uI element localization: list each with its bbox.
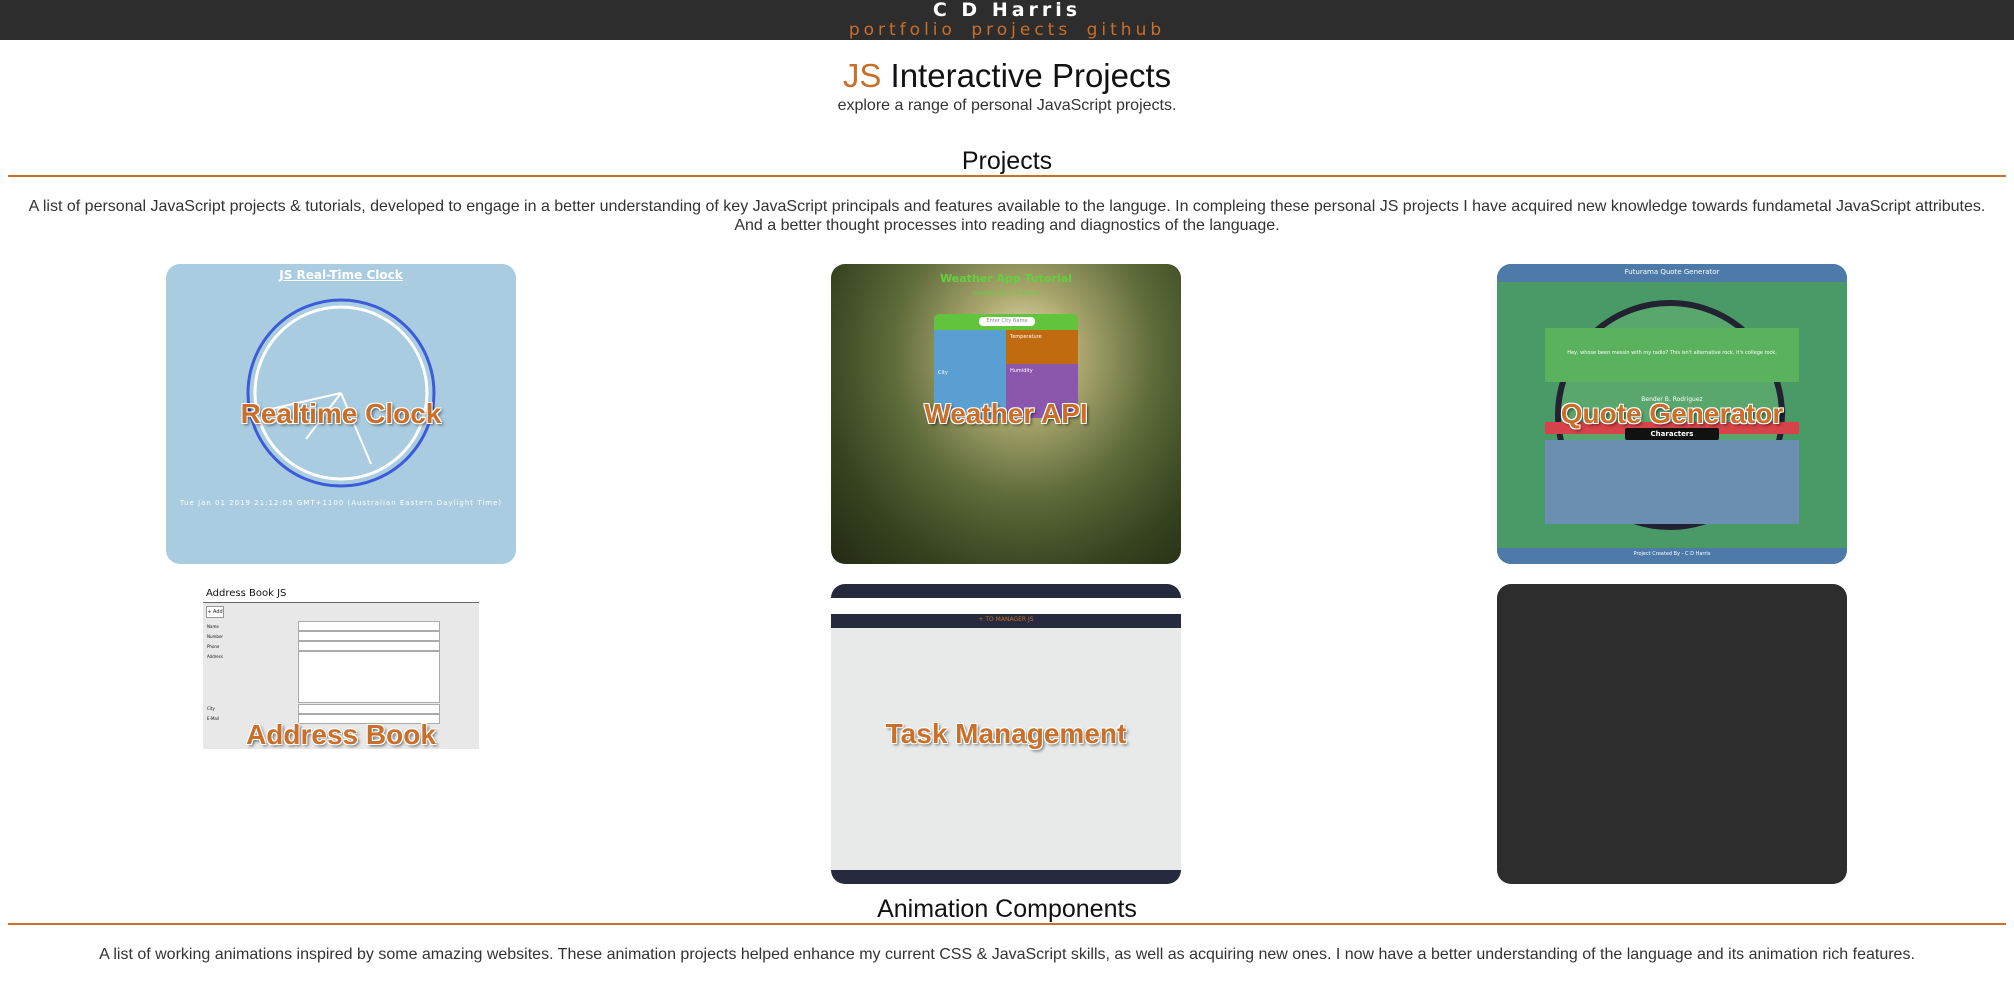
weather-preview-cell-label: Temperature (1010, 334, 1042, 340)
page-title-rest: Interactive Projects (890, 57, 1172, 94)
projects-description: A list of personal JavaScript projects &… (28, 198, 1986, 234)
project-card-address-book[interactable]: Address Book JS + Add Name Number Phone … (203, 586, 479, 749)
project-card-label: Weather API (924, 398, 1088, 429)
project-card-label: Quote Generator (1560, 398, 1784, 429)
page-subtitle: explore a range of personal JavaScript p… (837, 97, 1177, 114)
weather-preview-title: Weather App Tutorial (940, 272, 1072, 285)
address-preview-add-button: + Add (206, 606, 224, 618)
project-card-label: Address Book (246, 719, 436, 749)
address-preview-field (298, 651, 440, 703)
nav-link-projects[interactable]: projects (971, 20, 1071, 40)
quote-preview-header: Futurama Quote Generator (1497, 264, 1847, 282)
page-title: JS Interactive Projects (0, 57, 2014, 95)
project-card-realtime-clock[interactable]: JS Real-Time Clock Tue Jan 01 2019 21:12… (166, 264, 516, 564)
weather-preview-cell: Temperature (1006, 330, 1078, 364)
address-preview-field (298, 631, 440, 641)
weather-preview-cell-label: Humidity (1010, 368, 1033, 374)
weather-preview-cell-label: City (938, 370, 948, 376)
project-card-quote-generator[interactable]: Futurama Quote Generator Hey, whose been… (1497, 264, 1847, 564)
address-preview-field-label: Address (207, 654, 223, 659)
animation-divider (8, 923, 2006, 925)
address-preview-field-label: Number (207, 634, 224, 639)
page-title-accent: JS (842, 57, 882, 94)
animation-description: A list of working animations inspired by… (99, 946, 1915, 963)
clock-preview-footer: Tue Jan 01 2019 21:12:05 GMT+1100 (Austr… (179, 499, 503, 507)
project-card-task-management[interactable]: + TO MANAGER JS Task Management (831, 584, 1181, 884)
address-preview-field (298, 704, 440, 714)
projects-divider (8, 175, 2006, 177)
project-card-weather-api[interactable]: Weather App Tutorial Created By: C D Har… (831, 264, 1181, 564)
quote-preview-box: Hey, whose been messin with my radio? Th… (1545, 328, 1799, 382)
address-preview-title: Address Book JS (203, 586, 479, 603)
quote-preview-title: Futurama Quote Generator (1624, 268, 1720, 276)
address-preview-field-label: Phone (207, 644, 220, 649)
project-card-label: Realtime Clock (240, 398, 442, 429)
projects-heading: Projects (961, 147, 1053, 175)
task-preview-strip (831, 598, 1181, 614)
weather-preview-searchbar: Enter City Name (934, 314, 1078, 330)
address-preview-field-label: City (207, 706, 215, 711)
address-preview-field (298, 641, 440, 651)
project-card-label: Task Management (885, 718, 1127, 749)
quote-preview-footer: Project Created By - C D Harris (1633, 551, 1711, 557)
animation-heading: Animation Components (877, 895, 1137, 923)
weather-preview-input: Enter City Name (979, 317, 1035, 326)
main-nav: portfolio projects github (0, 20, 2014, 40)
quote-preview-characters-panel (1545, 440, 1799, 524)
quote-preview-footer-bar: Project Created By - C D Harris (1497, 548, 1847, 564)
task-preview-title: + TO MANAGER JS (978, 616, 1034, 623)
address-preview-field-label: Name (207, 624, 219, 629)
task-preview-topbar (831, 584, 1181, 598)
nav-link-portfolio[interactable]: portfolio (849, 20, 956, 40)
brand-name[interactable]: C D Harris (0, 0, 2014, 21)
address-preview-field (298, 621, 440, 631)
quote-preview-text: Hey, whose been messin with my radio? Th… (1567, 350, 1777, 356)
top-header: C D Harris portfolio projects github (0, 0, 2014, 40)
weather-preview-subtitle: Created By: C D Harris (972, 290, 1040, 297)
project-card-placeholder[interactable] (1497, 584, 1847, 884)
task-preview-footer-bar (831, 870, 1181, 884)
nav-link-github[interactable]: github (1087, 20, 1166, 40)
